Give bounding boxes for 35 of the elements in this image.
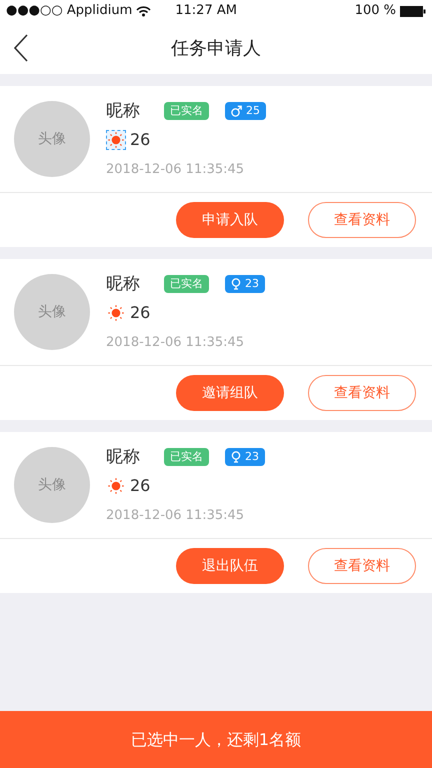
action-button[interactable]: 邀请组队 xyxy=(176,375,284,411)
view-profile-button[interactable]: 查看资料 xyxy=(308,548,416,584)
apply-time: 2018-12-06 11:35:45 xyxy=(106,161,246,179)
verified-tag: 已实名 xyxy=(164,102,209,120)
avatar: 头像 xyxy=(14,101,90,177)
nickname: 昵称 xyxy=(106,100,140,122)
selection-status-bar: 已选中一人，还剩1名额 xyxy=(0,711,432,768)
nickname: 昵称 xyxy=(106,446,140,468)
verified-tag: 已实名 xyxy=(164,275,209,294)
page-title: 任务申请人 xyxy=(171,36,261,60)
carrier-label: ●●●○○ Applidium xyxy=(6,2,132,20)
verified-tag: 已实名 xyxy=(164,448,209,466)
score-value: 26 xyxy=(130,129,150,151)
avatar: 头像 xyxy=(14,447,90,523)
wifi-icon xyxy=(136,6,152,16)
time-label: 11:27 AM xyxy=(175,2,237,20)
battery-icon xyxy=(400,6,426,16)
avatar: 头像 xyxy=(14,274,90,350)
back-button[interactable] xyxy=(14,34,28,62)
view-profile-button[interactable]: 查看资料 xyxy=(308,375,416,411)
view-profile-button[interactable]: 查看资料 xyxy=(308,202,416,238)
gender-age-tag: 23 xyxy=(225,448,265,466)
nickname: 昵称 xyxy=(106,272,140,296)
female-icon xyxy=(231,451,241,464)
score-value: 26 xyxy=(130,475,150,497)
female-icon xyxy=(231,278,241,290)
male-icon xyxy=(231,105,242,118)
battery-label: 100 % xyxy=(354,2,396,20)
apply-time: 2018-12-06 11:35:45 xyxy=(106,507,246,525)
score-value: 26 xyxy=(130,302,150,324)
gender-age-tag: 23 xyxy=(225,275,265,294)
apply-time: 2018-12-06 11:35:45 xyxy=(106,334,246,352)
action-button[interactable]: 申请入队 xyxy=(176,202,284,238)
action-button[interactable]: 退出队伍 xyxy=(176,548,284,584)
gender-age-tag: 25 xyxy=(225,102,266,120)
